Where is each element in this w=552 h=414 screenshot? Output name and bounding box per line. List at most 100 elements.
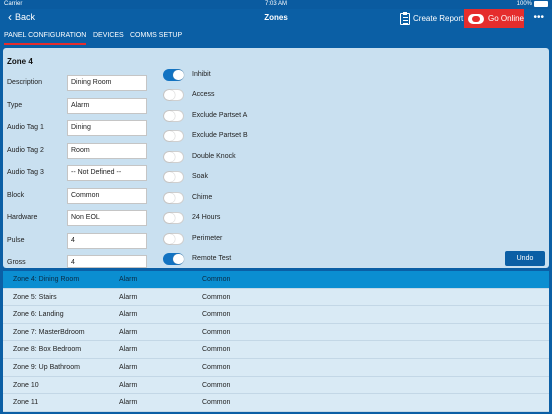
zone-name: Zone 10 xyxy=(13,381,39,389)
tab-panel-configuration[interactable]: PANEL CONFIGURATION xyxy=(4,32,87,45)
audio-tag-2-field[interactable]: Room xyxy=(67,143,147,159)
status-bar: Carrier 7:03 AM 100% xyxy=(0,0,552,9)
gross-label: Gross xyxy=(7,259,26,266)
nav-bar: ‹ Back Zones Create Report Go Online ••• xyxy=(0,9,552,28)
inhibit-label: Inhibit xyxy=(192,71,211,78)
cloud-icon xyxy=(468,13,484,24)
zone-block: Common xyxy=(202,311,231,319)
toggle-knob xyxy=(173,254,184,264)
block-field[interactable]: Common xyxy=(67,188,147,204)
toggle-knob xyxy=(164,90,175,100)
toggle-knob xyxy=(164,234,175,244)
zone-title: Zone 4 xyxy=(7,57,33,66)
zone-config-panel: Zone 4 Description Dining Room Type Alar… xyxy=(3,48,549,268)
tab-comms-setup[interactable]: COMMS SETUP xyxy=(130,32,182,45)
24-hours-label: 24 Hours xyxy=(192,214,221,221)
inhibit-toggle[interactable] xyxy=(163,69,184,81)
battery-icon xyxy=(534,1,548,7)
battery-indicator: 100% xyxy=(517,1,548,7)
perimeter-toggle[interactable] xyxy=(163,233,184,245)
chevron-left-icon: ‹ xyxy=(8,10,12,24)
exclude-partset-a-toggle[interactable] xyxy=(163,110,184,122)
audio-tag-1-field[interactable]: Dining xyxy=(67,120,147,136)
undo-button[interactable]: Undo xyxy=(505,251,545,266)
block-label: Block xyxy=(7,192,25,199)
soak-toggle[interactable] xyxy=(163,171,184,183)
zone-type: Alarm xyxy=(119,293,138,301)
exclude-partset-a-label: Exclude Partset A xyxy=(192,112,248,119)
zone-type: Alarm xyxy=(119,346,138,354)
pulse-field[interactable]: 4 xyxy=(67,233,147,249)
clipboard-icon xyxy=(400,11,410,25)
chime-label: Chime xyxy=(192,194,213,201)
zone-block: Common xyxy=(202,293,231,301)
24-hours-toggle[interactable] xyxy=(163,212,184,224)
zone-name: Zone 9: Up Bathroom xyxy=(13,364,80,371)
more-menu-button[interactable]: ••• xyxy=(533,12,544,23)
zone-type: Alarm xyxy=(119,364,138,371)
description-field[interactable]: Dining Room xyxy=(67,75,147,91)
zone-list: Zone 4: Dining Room Alarm Common Zone 5:… xyxy=(3,271,549,412)
remote-test-toggle[interactable] xyxy=(163,253,184,265)
pulse-label: Pulse xyxy=(7,237,25,244)
access-toggle[interactable] xyxy=(163,89,184,101)
perimeter-label: Perimeter xyxy=(192,235,223,242)
go-online-label: Go Online xyxy=(487,14,525,23)
zone-block: Common xyxy=(202,399,231,407)
remote-test-label: Remote Test xyxy=(192,255,232,262)
chime-toggle[interactable] xyxy=(163,192,184,204)
access-label: Access xyxy=(192,91,215,98)
list-item[interactable]: Zone 8: Box Bedroom Alarm Common xyxy=(3,341,549,359)
type-label: Type xyxy=(7,102,23,109)
toggle-knob xyxy=(164,111,175,121)
zone-type: Alarm xyxy=(119,381,138,389)
toggle-knob xyxy=(173,70,184,80)
zone-block: Common xyxy=(202,328,231,336)
hardware-field[interactable]: Non EOL xyxy=(67,210,147,226)
zone-type: Alarm xyxy=(119,328,138,336)
toggle-knob xyxy=(164,131,175,141)
hardware-label: Hardware xyxy=(7,214,38,221)
zone-block: Common xyxy=(202,276,231,283)
description-label: Description xyxy=(7,79,43,86)
zone-name: Zone 4: Dining Room xyxy=(13,276,80,283)
zone-name: Zone 8: Box Bedroom xyxy=(13,346,82,354)
toggle-knob xyxy=(164,152,175,162)
list-item[interactable]: Zone 7: MasterBdroom Alarm Common xyxy=(3,324,549,342)
tab-bar: PANEL CONFIGURATION DEVICES COMMS SETUP xyxy=(0,28,552,45)
back-button[interactable]: ‹ Back xyxy=(8,10,36,24)
go-online-button[interactable]: Go Online xyxy=(464,9,524,28)
list-item[interactable]: Zone 5: Stairs Alarm Common xyxy=(3,289,549,307)
zone-name: Zone 5: Stairs xyxy=(13,293,57,301)
soak-label: Soak xyxy=(192,173,208,180)
zone-type: Alarm xyxy=(119,311,138,319)
zone-type: Alarm xyxy=(119,399,138,407)
exclude-partset-b-toggle[interactable] xyxy=(163,130,184,142)
list-item[interactable]: Zone 4: Dining Room Alarm Common xyxy=(3,271,549,289)
type-field[interactable]: Alarm xyxy=(67,98,147,114)
audio-tag-3-field[interactable]: -- Not Defined -- xyxy=(67,165,147,181)
audio-tag-2-label: Audio Tag 2 xyxy=(7,147,44,154)
gross-field[interactable]: 4 xyxy=(67,255,147,268)
zone-name: Zone 6: Landing xyxy=(13,311,64,319)
double-knock-toggle[interactable] xyxy=(163,151,184,163)
clock: 7:03 AM xyxy=(264,1,287,7)
list-item[interactable]: Zone 9: Up Bathroom Alarm Common xyxy=(3,359,549,377)
list-item[interactable]: Zone 10 Alarm Common xyxy=(3,377,549,395)
create-report-button[interactable]: Create Report xyxy=(400,11,463,26)
exclude-partset-b-label: Exclude Partset B xyxy=(192,132,248,139)
zone-block: Common xyxy=(202,364,231,371)
toggle-knob xyxy=(164,213,175,223)
create-report-label: Create Report xyxy=(413,14,464,23)
list-item[interactable]: Zone 6: Landing Alarm Common xyxy=(3,306,549,324)
toggle-knob xyxy=(164,193,175,203)
list-item[interactable]: Zone 11 Alarm Common xyxy=(3,394,549,412)
audio-tag-3-label: Audio Tag 3 xyxy=(7,169,44,176)
back-label: Back xyxy=(15,12,36,22)
zone-type: Alarm xyxy=(119,276,138,283)
zone-name: Zone 7: MasterBdroom xyxy=(13,328,85,336)
battery-percent: 100% xyxy=(516,1,532,7)
zone-block: Common xyxy=(202,346,231,354)
tab-devices[interactable]: DEVICES xyxy=(93,32,124,45)
zone-name: Zone 11 xyxy=(13,399,39,407)
